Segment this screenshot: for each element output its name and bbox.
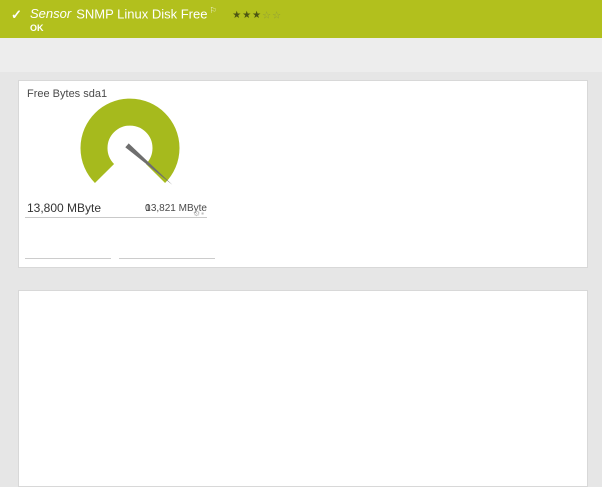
- sensor-kind-label: Sensor: [30, 6, 72, 22]
- priority-stars-empty[interactable]: ☆☆: [262, 10, 282, 21]
- total-gauge-tile[interactable]: [119, 222, 215, 259]
- gauge-chart: [80, 98, 180, 185]
- sensor-header: ✓ Sensor SNMP Linux Disk Free ⚐ ★★★☆☆ OK: [0, 0, 602, 38]
- main-gauge-value: 13,800 MByte: [27, 201, 102, 215]
- main-gauge-tile[interactable]: Free Bytes sda1 13,800 MByte 0 13,821 MB…: [25, 86, 207, 218]
- status-check-icon: ✓: [11, 7, 22, 22]
- flag-icon[interactable]: ⚐: [209, 6, 216, 15]
- gauge-mini-icons[interactable]: ⚙▪: [193, 209, 205, 218]
- page-title: SNMP Linux Disk Free: [76, 6, 208, 22]
- gauges-panel: Free Bytes sda1 13,800 MByte 0 13,821 MB…: [18, 80, 588, 268]
- gauge-gear-icon[interactable]: ⚙: [193, 209, 201, 218]
- free-space-gauge-tile[interactable]: [25, 222, 111, 259]
- channels-table-panel: [18, 290, 588, 487]
- status-badge: OK: [30, 23, 44, 33]
- sensor-title-line: Sensor SNMP Linux Disk Free ⚐ ★★★☆☆: [30, 6, 282, 21]
- priority-stars-filled[interactable]: ★★★: [232, 10, 262, 21]
- gauge-pin-icon[interactable]: ▪: [201, 209, 205, 218]
- main-gauge: [56, 94, 204, 211]
- tab-bar: [0, 38, 602, 72]
